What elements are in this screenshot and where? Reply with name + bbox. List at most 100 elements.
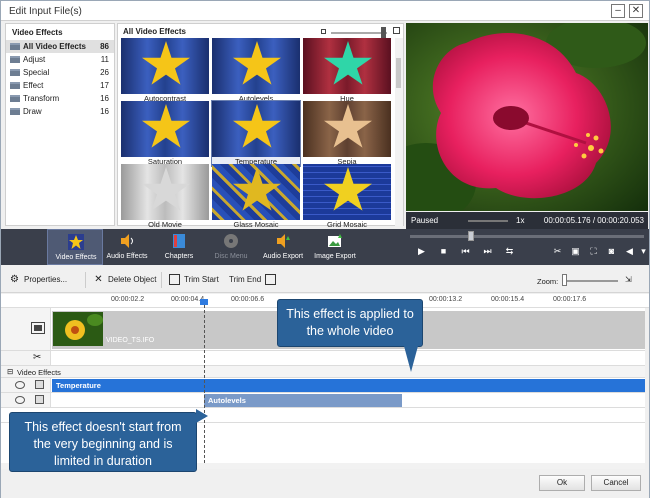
category-header: Video Effects — [12, 28, 63, 37]
effect-thumbnail — [303, 101, 391, 157]
playback-time: 00:00:05.176 / 00:00:20.053 — [543, 216, 644, 225]
fit-zoom-icon[interactable]: ⇲ — [625, 273, 632, 287]
trim-end-icon — [265, 274, 277, 286]
snapshot-icon[interactable]: ▣ — [570, 246, 581, 257]
star-icon — [142, 167, 190, 211]
tool-audio-effects[interactable]: Audio Effects — [99, 229, 155, 265]
tool-audio-export[interactable]: Audio Export — [255, 229, 311, 265]
volume-dropdown-icon[interactable]: ▾ — [638, 246, 649, 257]
tool-chapters[interactable]: Chapters — [151, 229, 207, 265]
gallery-header: All Video Effects — [123, 27, 186, 36]
star-icon — [142, 41, 190, 85]
speaker-icon — [121, 234, 133, 248]
effect-tile-saturation[interactable]: Saturation — [121, 101, 209, 166]
effect-thumbnail — [121, 101, 209, 157]
effect-tile-glass-mosaic[interactable]: Glass Mosaic — [212, 164, 300, 229]
star-icon — [324, 41, 372, 85]
cancel-button[interactable]: Cancel — [591, 475, 641, 491]
thumb-size-slider[interactable] — [331, 32, 387, 34]
effect-category-panel: Video Effects All Video Effects 86 Adjust… — [5, 23, 115, 226]
gallery-scroll-thumb[interactable] — [396, 58, 401, 88]
volume-icon[interactable]: ◀ — [624, 246, 635, 257]
ruler-tick: 00:00:02.2 — [111, 296, 145, 303]
edit-input-window: Edit Input File(s) – ✕ Video Effects All… — [0, 0, 650, 498]
effect-tile-sepia[interactable]: Sepia — [303, 101, 391, 166]
playback-state: Paused — [411, 216, 439, 225]
timeline-zoom-label: Zoom: — [537, 277, 559, 286]
properties-button[interactable]: ⚙ Properties... — [9, 273, 67, 287]
playhead-marker[interactable] — [200, 299, 208, 305]
effect-tile-old-movie[interactable]: Old Movie — [121, 164, 209, 229]
seek-bar[interactable] — [410, 235, 644, 238]
stop-icon[interactable]: ■ — [438, 246, 449, 257]
tool-disc-menu[interactable]: Disc Menu — [203, 229, 259, 265]
effect-tile-autocontrast[interactable]: Autocontrast — [121, 38, 209, 103]
timeline-zoom-knob[interactable] — [562, 274, 567, 286]
delete-object-button[interactable]: ✕ Delete Object — [93, 273, 156, 287]
autolevels-effect-bar[interactable]: Autolevels — [204, 394, 402, 407]
gallery-scrollbar[interactable] — [395, 38, 403, 226]
ruler-tick: 00:00:13.2 — [429, 296, 463, 303]
next-frame-icon[interactable]: ⏭ — [482, 246, 493, 257]
player-controls: ▶ ■ ⏮ ⏭ ⇆ ✂ ▣ ⛶ ◙ ◀ ▾ — [406, 229, 649, 265]
effect-track-1: Temperature — [1, 378, 645, 393]
effect-tile-hue[interactable]: Hue — [303, 38, 391, 103]
eye-icon[interactable] — [15, 396, 25, 404]
category-all[interactable]: All Video Effects 86 — [6, 40, 114, 53]
fullscreen-icon[interactable]: ⛶ — [588, 246, 599, 257]
temperature-effect-bar[interactable]: Temperature — [52, 379, 645, 392]
effect-tile-grid-mosaic[interactable]: Grid Mosaic — [303, 164, 391, 229]
thumb-size-knob[interactable] — [381, 27, 386, 38]
star-icon — [233, 104, 281, 148]
group-collapse-icon[interactable]: ⊟ — [7, 367, 13, 376]
effect-thumbnail — [212, 101, 300, 157]
window-title: Edit Input File(s) — [9, 6, 82, 17]
effect-tile-temperature[interactable]: Temperature — [211, 100, 301, 167]
trim-start-button[interactable]: Trim Start — [169, 273, 219, 287]
camera-icon[interactable]: ◙ — [606, 246, 617, 257]
video-clip-name: VIDEO_TS.IFO — [106, 337, 155, 344]
category-adjust[interactable]: Adjust 11 — [6, 53, 114, 66]
thumb-size-large-icon[interactable] — [393, 27, 400, 34]
category-effect[interactable]: Effect 17 — [6, 79, 114, 92]
scissors-icon: ✂ — [33, 352, 42, 363]
seek-knob[interactable] — [468, 231, 474, 241]
category-draw[interactable]: Draw 16 — [6, 105, 114, 118]
eye-icon[interactable] — [15, 381, 25, 389]
effect-track-2: Autolevels — [1, 393, 645, 408]
effect-tile-label: Grid Mosaic — [326, 220, 367, 229]
trim-end-button[interactable]: Trim End — [229, 273, 280, 287]
ruler-tick: 00:00:06.6 — [231, 296, 265, 303]
lock-icon[interactable] — [35, 380, 44, 389]
category-special[interactable]: Special 26 — [6, 66, 114, 79]
trim-start-icon — [169, 274, 180, 286]
effect-tile-autolevels[interactable]: Autolevels — [212, 38, 300, 103]
effect-track-2-header — [1, 393, 51, 407]
cut-icon[interactable]: ✂ — [552, 246, 563, 257]
loop-icon[interactable]: ⇆ — [504, 246, 515, 257]
hibiscus-flower-image — [406, 23, 648, 211]
cut-track-header: ✂ — [1, 351, 51, 365]
preview-status-bar: Paused 1x 00:00:05.176 / 00:00:20.053 — [406, 212, 648, 229]
ruler-tick: 00:00:15.4 — [491, 296, 525, 303]
speed-slider[interactable] — [468, 220, 508, 222]
star-icon — [233, 167, 281, 211]
thumb-size-small-icon[interactable] — [321, 29, 326, 34]
folder-icon — [10, 95, 20, 102]
tool-image-export[interactable]: Image Export — [307, 229, 363, 265]
play-icon[interactable]: ▶ — [416, 246, 427, 257]
toolbar-divider — [85, 272, 86, 288]
tool-video-effects[interactable]: Video Effects — [47, 229, 103, 265]
ok-button[interactable]: Ok — [539, 475, 585, 491]
effect-thumbnail — [303, 38, 391, 94]
category-transform[interactable]: Transform 16 — [6, 92, 114, 105]
video-preview — [406, 23, 648, 211]
video-effects-group-label: Video Effects — [17, 368, 61, 377]
minimize-icon[interactable]: – — [611, 4, 625, 18]
close-icon[interactable]: ✕ — [629, 4, 643, 18]
lock-icon[interactable] — [35, 395, 44, 404]
prev-frame-icon[interactable]: ⏮ — [460, 246, 471, 257]
timeline-zoom-slider[interactable] — [565, 280, 618, 282]
flower-thumbnail-image — [53, 312, 103, 346]
playback-speed: 1x — [516, 216, 525, 225]
